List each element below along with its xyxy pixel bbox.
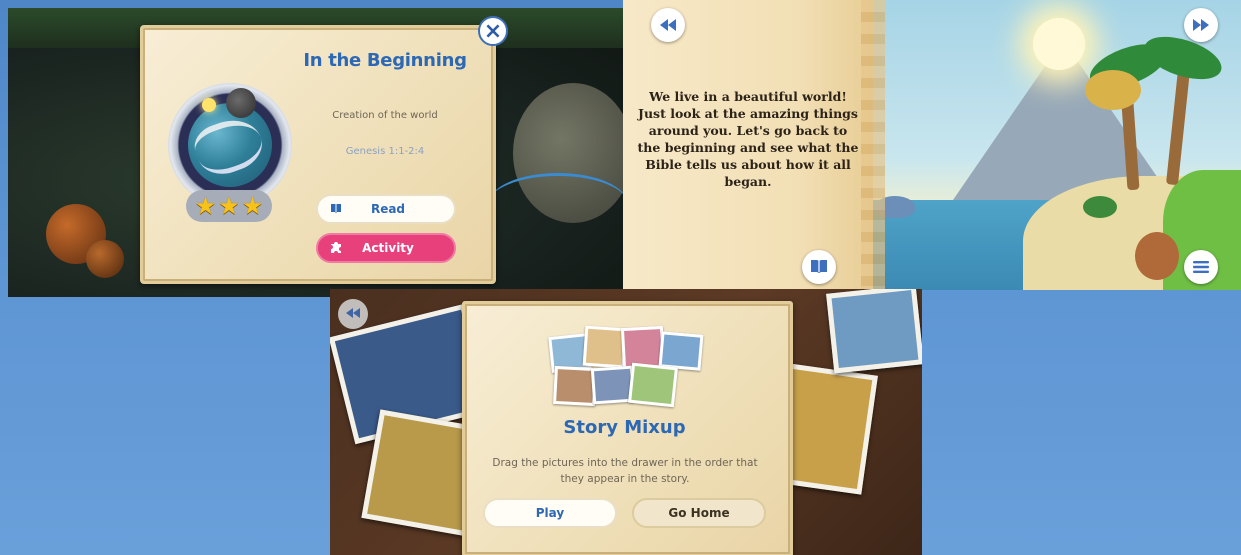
next-page-button[interactable]: [1184, 8, 1218, 42]
lesson-subtitle: Creation of the world: [332, 110, 438, 121]
book-icon: [810, 258, 828, 277]
go-home-button-label: Go Home: [668, 506, 730, 520]
star-rating: ★ ★ ★: [186, 190, 272, 222]
collage-picture: [658, 331, 704, 371]
activity-description: Drag the pictures into the drawer in the…: [492, 457, 758, 485]
read-button-label: Read: [370, 202, 406, 216]
story-illustration: [873, 0, 1241, 290]
story-text: We live in a beautiful world! Just look …: [637, 89, 859, 189]
star-icon: ★: [194, 192, 217, 220]
star-icon: ★: [218, 192, 240, 220]
puzzle-icon: [324, 240, 348, 257]
map-planet-small-decoration: [86, 240, 124, 278]
book-icon: [324, 202, 348, 216]
fast-forward-icon: [1192, 16, 1210, 35]
scripture-reference: Genesis 1:1-2:4: [345, 146, 425, 157]
previous-page-button[interactable]: [651, 8, 685, 42]
story-pictures-collage: [548, 325, 710, 408]
earth-icon: [188, 103, 272, 187]
close-button[interactable]: ×: [478, 16, 508, 46]
collage-picture: [628, 362, 678, 408]
play-button[interactable]: Play: [483, 498, 617, 528]
star-icon: ★: [241, 192, 264, 220]
monkey-illustration: [1135, 232, 1179, 280]
read-button[interactable]: Read: [316, 194, 456, 224]
close-icon: ×: [483, 19, 503, 44]
scattered-picture: [826, 289, 922, 374]
pelican-illustration: [1085, 70, 1141, 110]
menu-icon: [1193, 258, 1209, 277]
moon-icon: [226, 88, 256, 118]
lesson-title: In the Beginning: [303, 50, 467, 71]
menu-button[interactable]: [1184, 250, 1218, 284]
activity-button[interactable]: Activity: [316, 233, 456, 263]
activity-title: Story Mixup: [563, 417, 686, 438]
page-torn-edge: [861, 0, 885, 290]
go-home-button[interactable]: Go Home: [632, 498, 766, 528]
sun-icon: [202, 98, 216, 112]
rewind-icon: [659, 16, 677, 35]
read-aloud-button[interactable]: [802, 250, 836, 284]
turtle-illustration: [1083, 196, 1117, 218]
map-path-line: [488, 173, 623, 236]
activity-panel: Story Mixup Drag the pictures into the d…: [330, 289, 922, 555]
story-reader-panel: We live in a beautiful world! Just look …: [623, 0, 1241, 290]
play-button-label: Play: [535, 506, 565, 520]
rewind-icon: [345, 306, 361, 322]
activity-button-label: Activity: [362, 241, 414, 255]
back-button[interactable]: [338, 299, 368, 329]
sun-illustration: [1033, 18, 1085, 70]
